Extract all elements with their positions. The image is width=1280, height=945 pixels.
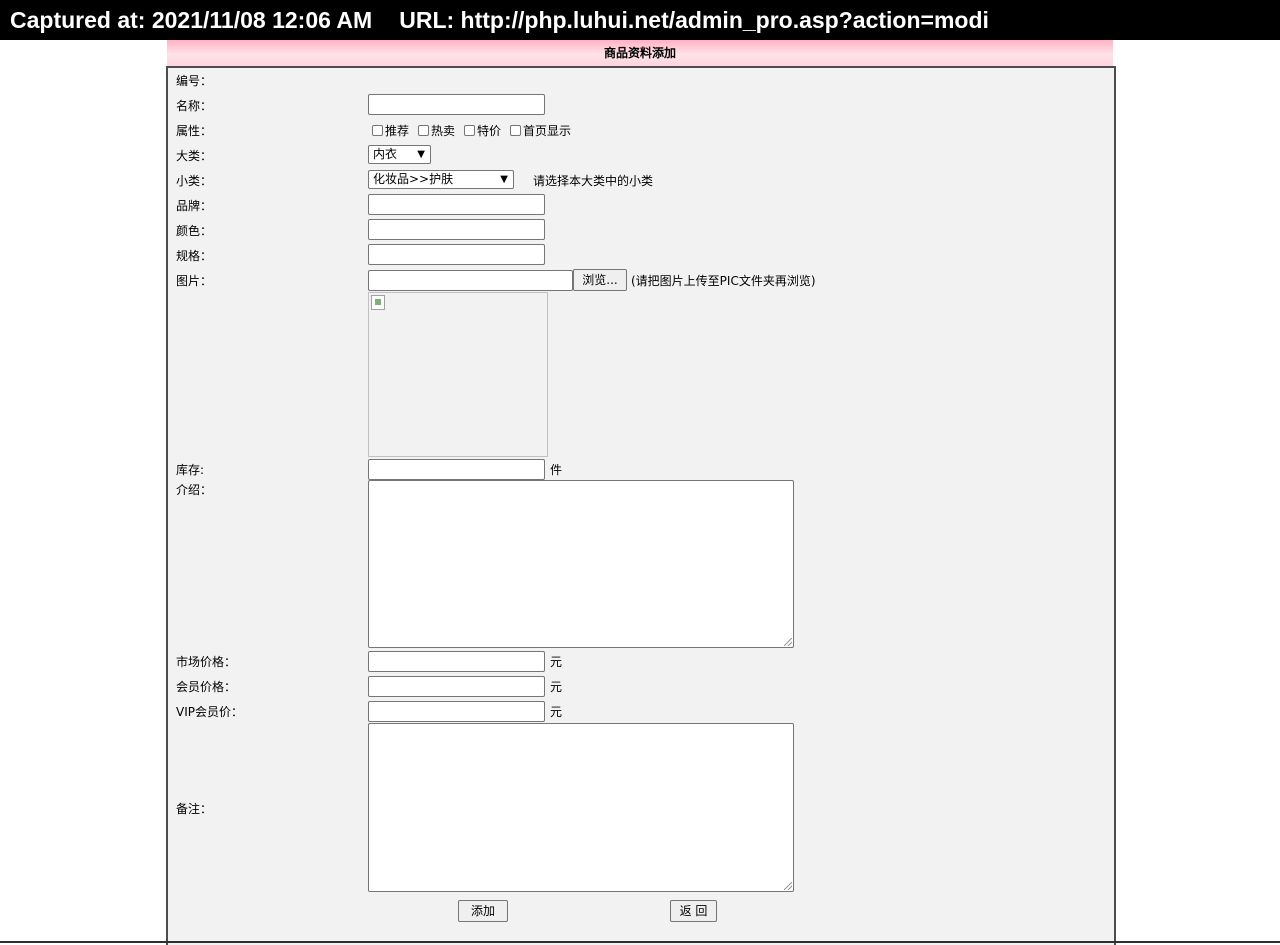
vip-price-unit: 元 [550,705,563,719]
capture-info-bar: Captured at: 2021/11/08 12:06 AM URL: htt… [0,0,1280,40]
broken-image-icon [371,295,385,310]
capture-timestamp: Captured at: 2021/11/08 12:06 AM [10,7,373,33]
label-color: 颜色： [176,224,213,238]
resize-grip-icon[interactable] [784,882,792,890]
color-input[interactable] [368,219,545,240]
minor-category-select[interactable]: 化妆品>>护肤 ▼ [368,170,514,189]
vip-price-input[interactable] [368,701,545,722]
label-spec: 规格： [176,249,213,263]
browse-button[interactable]: 浏览... [573,269,627,291]
attr-option-hot[interactable]: 热卖 [418,122,455,139]
homepage-checkbox[interactable] [510,125,521,136]
stock-unit: 件 [550,463,563,477]
chevron-down-icon: ▼ [417,149,425,160]
label-member-price: 会员价格： [176,680,237,694]
label-stock: 库存: [176,463,205,477]
intro-textarea[interactable] [368,480,794,648]
label-name: 名称： [176,99,213,113]
remarks-textarea[interactable] [368,723,794,892]
member-price-unit: 元 [550,680,563,694]
resize-grip-icon[interactable] [784,638,792,646]
label-minor-category: 小类： [176,174,213,188]
attr-option-homepage[interactable]: 首页显示 [510,122,571,139]
market-price-unit: 元 [550,655,563,669]
market-price-input[interactable] [368,651,545,672]
label-market-price: 市场价格： [176,655,237,669]
picture-path-input[interactable] [368,270,573,291]
attr-option-recommend[interactable]: 推荐 [372,122,409,139]
picture-preview [368,292,548,457]
chevron-down-icon: ▼ [500,174,508,185]
spec-input[interactable] [368,244,545,265]
label-remarks: 备注： [176,802,213,816]
picture-hint: (请把图片上传至PIC文件夹再浏览) [631,274,816,288]
name-input[interactable] [368,94,545,115]
label-brand: 品牌： [176,199,213,213]
major-category-select[interactable]: 内衣 ▼ [368,145,431,164]
brand-input[interactable] [368,194,545,215]
label-major-category: 大类： [176,149,213,163]
stock-input[interactable] [368,459,545,480]
member-price-input[interactable] [368,676,545,697]
attr-option-special[interactable]: 特价 [464,122,501,139]
label-picture: 图片： [176,274,213,288]
label-vip-price: VIP会员价： [176,705,243,719]
capture-url: URL: http://php.luhui.net/admin_pro.asp?… [399,7,989,33]
form-title: 商品资料添加 [167,40,1113,66]
label-code: 编号： [176,74,213,88]
special-checkbox[interactable] [464,125,475,136]
label-attributes: 属性： [176,124,213,138]
label-intro: 介绍： [176,483,213,497]
add-button[interactable]: 添加 [458,900,508,922]
back-button[interactable]: 返 回 [670,900,717,922]
recommend-checkbox[interactable] [372,125,383,136]
hot-checkbox[interactable] [418,125,429,136]
minor-category-hint: 请选择本大类中的小类 [533,174,654,188]
